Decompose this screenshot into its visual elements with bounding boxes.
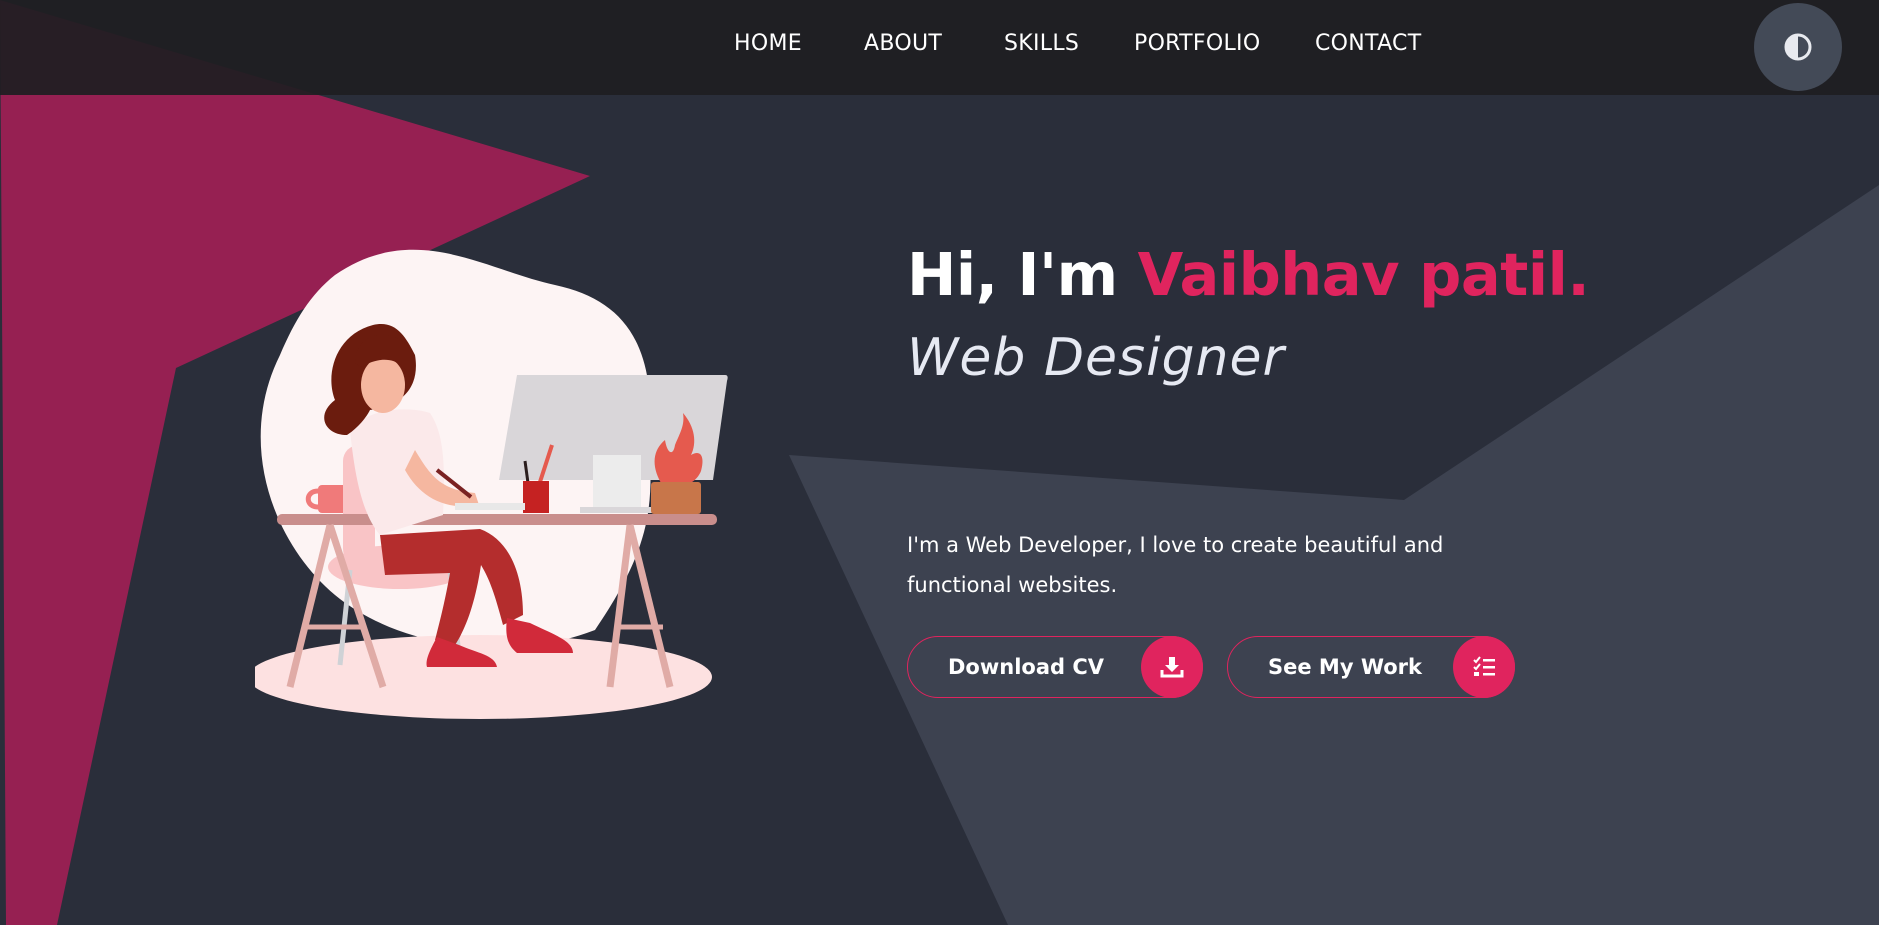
theme-toggle-button[interactable] (1754, 3, 1842, 91)
desk-top (277, 514, 717, 525)
navbar: HOME ABOUT SKILLS PORTFOLIO CONTACT (0, 0, 1879, 95)
nav-home[interactable]: HOME (734, 30, 802, 58)
main-nav: HOME ABOUT SKILLS PORTFOLIO CONTACT (0, 0, 1879, 95)
checklist-icon (1453, 636, 1515, 698)
plant-pot (651, 482, 701, 514)
hero-role: Web Designer (907, 328, 1285, 388)
floor-shadow (255, 635, 712, 719)
download-icon (1141, 636, 1203, 698)
monitor-base (580, 507, 660, 513)
see-my-work-button[interactable]: See My Work (1227, 636, 1515, 698)
hero-heading: Hi, I'm Vaibhav patil. Web Designer (907, 228, 1607, 394)
nav-contact[interactable]: CONTACT (1315, 30, 1421, 58)
woman-face (361, 357, 405, 413)
hero-name: Vaibhav patil. (1137, 240, 1590, 309)
hero-greeting: Hi, I'm Vaibhav patil. (907, 228, 1607, 322)
download-cv-label: Download CV (948, 655, 1105, 679)
see-my-work-label: See My Work (1268, 655, 1422, 679)
nav-skills[interactable]: SKILLS (1004, 30, 1079, 58)
download-cv-button[interactable]: Download CV (907, 636, 1203, 698)
tablet (455, 503, 525, 510)
monitor-stand (593, 455, 641, 507)
woman-at-desk-illustration (255, 249, 728, 719)
nav-about[interactable]: ABOUT (864, 30, 942, 58)
hero-description: I'm a Web Developer, I love to create be… (907, 533, 1444, 597)
nav-portfolio[interactable]: PORTFOLIO (1134, 30, 1260, 58)
pencil-cup (523, 481, 549, 513)
contrast-icon (1784, 33, 1812, 61)
greeting-text: Hi, I'm (907, 240, 1138, 309)
